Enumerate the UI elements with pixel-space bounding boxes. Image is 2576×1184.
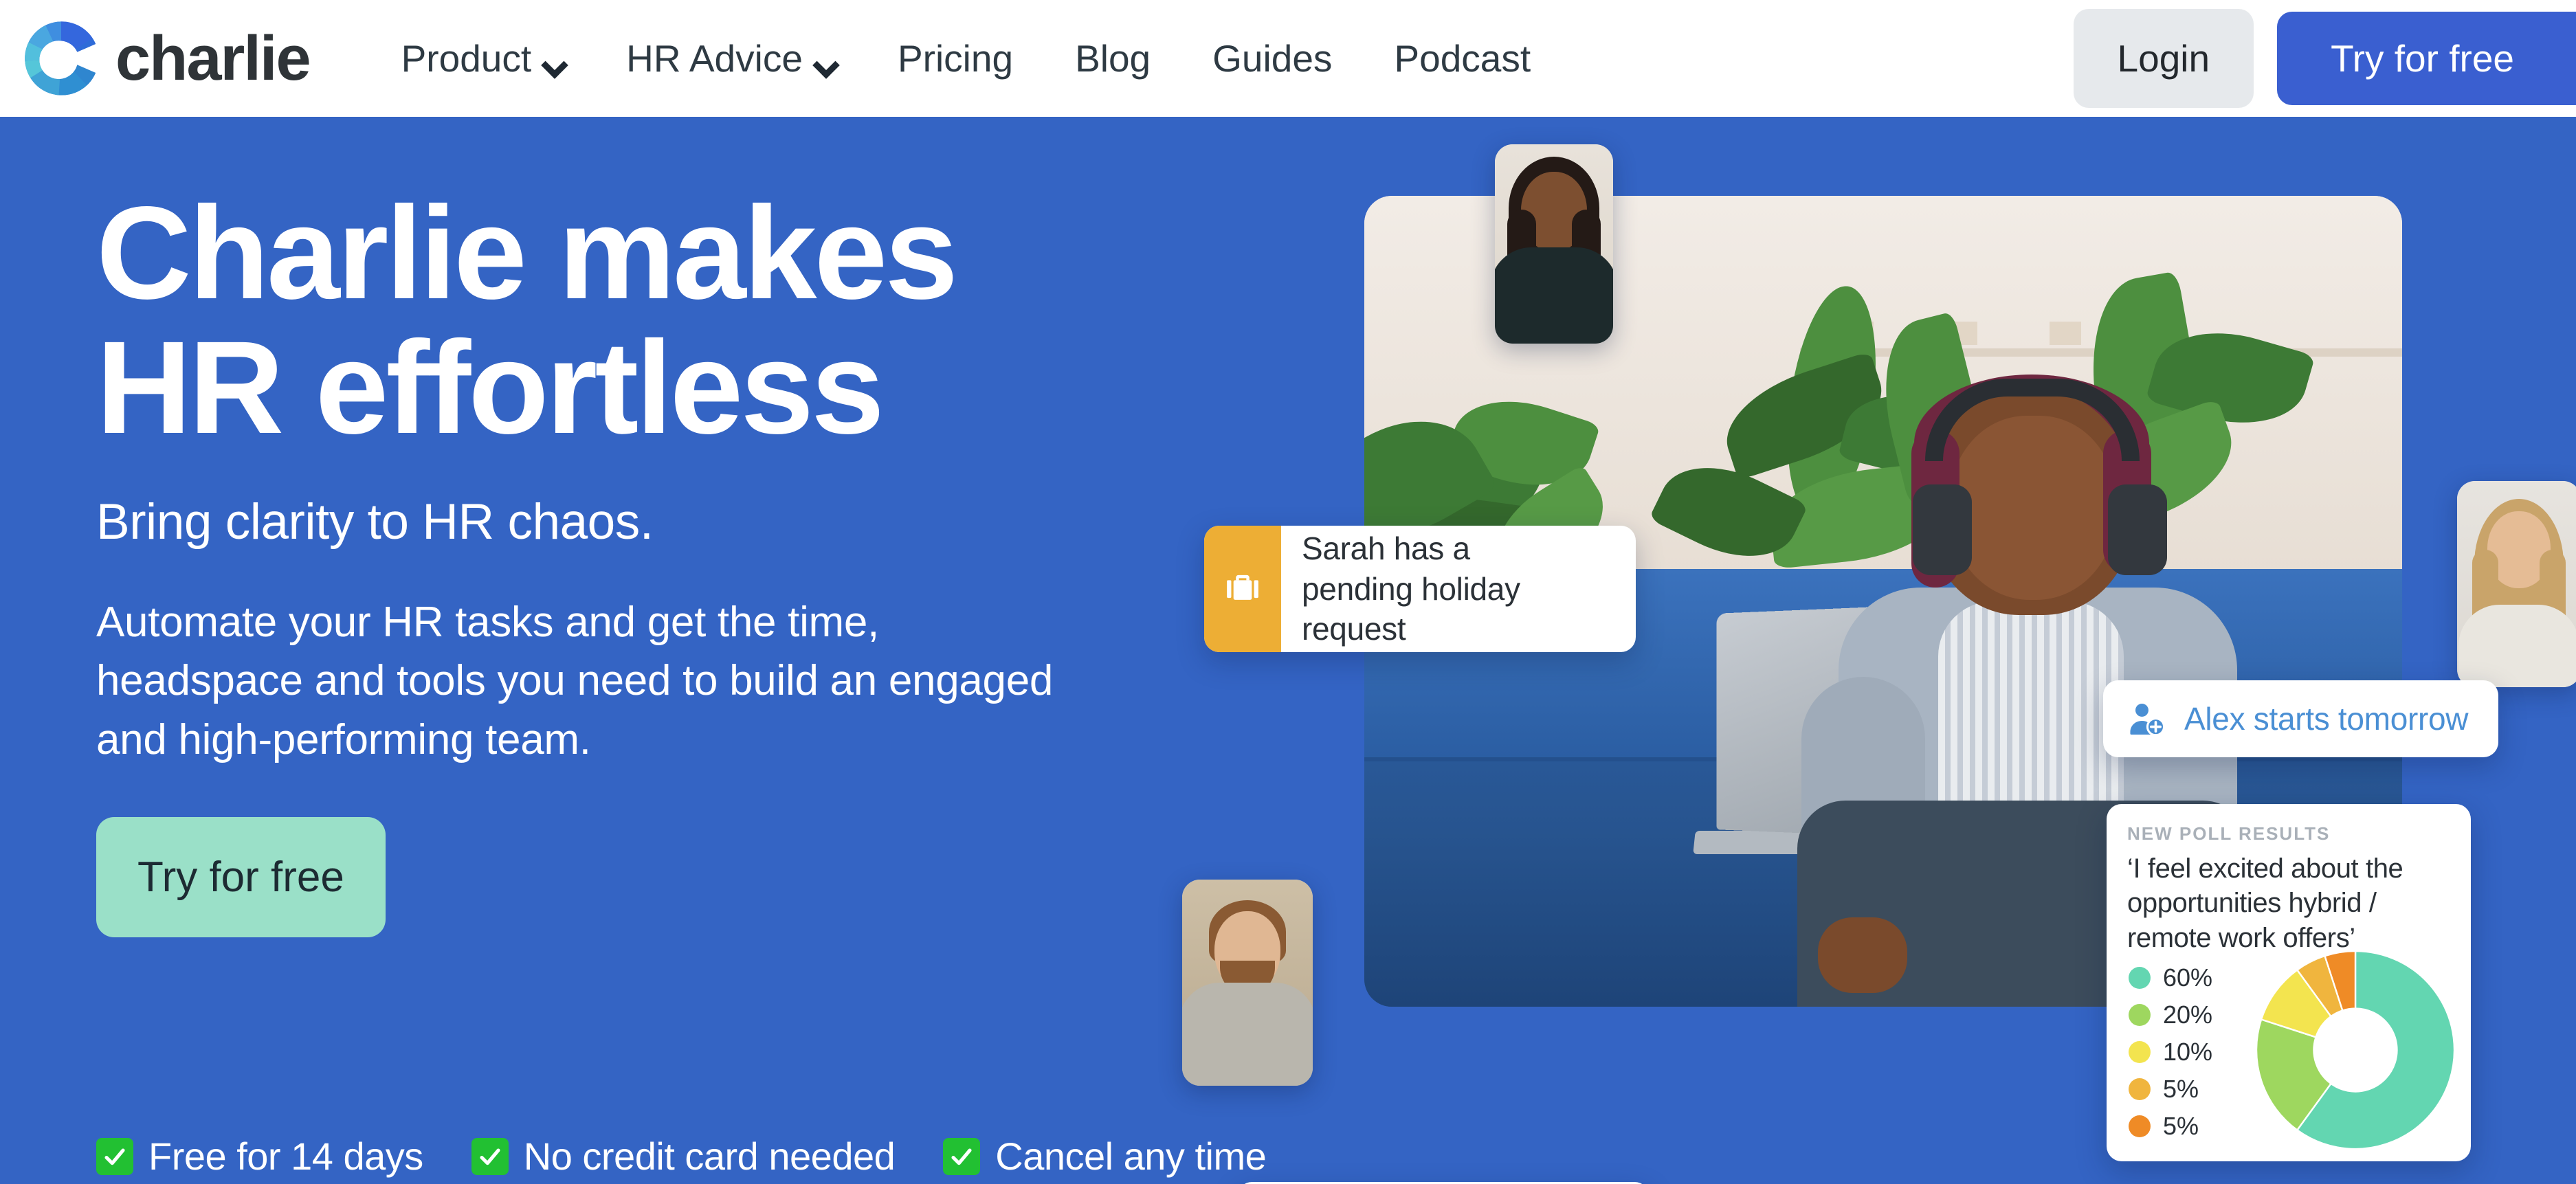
check-box-icon [96, 1137, 133, 1175]
legend-item: 10% [2129, 1038, 2212, 1066]
nav-item-pricing[interactable]: Pricing [867, 36, 1044, 80]
guarantee-label: No credit card needed [523, 1135, 896, 1178]
hero-title-line-2: HR effortless [96, 313, 885, 461]
legend-value: 20% [2163, 1001, 2213, 1029]
nav-item-podcast[interactable]: Podcast [1363, 36, 1562, 80]
legend-color-swatch [2129, 967, 2151, 989]
avatar-tile-chris [1182, 880, 1313, 1086]
nav-try-for-free-button[interactable]: Try for free [2277, 12, 2576, 105]
hero-image-collage: Sarah has a pending holiday request Alex… [1168, 117, 2576, 1184]
guarantee-item: No credit card needed [471, 1134, 896, 1179]
top-navigation-bar: charlie Product HR Advice Pricing Blog G… [0, 0, 2576, 117]
legend-item: 5% [2129, 1112, 2212, 1141]
primary-nav: Product HR Advice Pricing Blog Guides Po… [370, 36, 1562, 80]
brand-name: charlie [115, 23, 311, 93]
legend-color-swatch [2129, 1041, 2151, 1063]
nav-item-product-label: Product [401, 37, 532, 80]
headphone-cup [1913, 484, 1972, 575]
donut-chart-svg [2255, 950, 2456, 1150]
poll-donut-chart [2252, 947, 2458, 1153]
hero-body-text: Automate your HR tasks and get the time,… [96, 598, 1054, 763]
nav-item-hr-advice-label: HR Advice [626, 37, 803, 80]
avatar-torso [1182, 983, 1313, 1086]
chevron-down-icon [815, 56, 836, 68]
brand-logo-link[interactable]: charlie [21, 20, 311, 97]
legend-value: 5% [2163, 1112, 2199, 1140]
notification-card-holiday-request[interactable]: Sarah has a pending holiday request [1204, 526, 1636, 652]
hero-title-line-1: Charlie makes [96, 179, 958, 326]
notification-text-new-starter: Alex starts tomorrow [2184, 701, 2469, 737]
notification-card-new-starter[interactable]: Alex starts tomorrow [2103, 680, 2498, 757]
poll-legend: 60% 20% 10% 5% 5% [2129, 963, 2212, 1149]
legend-item: 60% [2129, 963, 2212, 992]
hero-try-for-free-button[interactable]: Try for free [96, 817, 386, 938]
login-button[interactable]: Login [2073, 9, 2254, 108]
guarantee-list: Free for 14 days No credit card needed C… [96, 1134, 1314, 1179]
person-hand [1818, 917, 1907, 993]
nav-item-blog-label: Blog [1075, 37, 1151, 80]
legend-value: 10% [2163, 1038, 2213, 1066]
avatar-torso [2458, 605, 2576, 687]
check-box-icon [471, 1137, 509, 1175]
nav-item-guides[interactable]: Guides [1181, 36, 1363, 80]
poll-eyebrow-label: NEW POLL RESULTS [2127, 823, 2331, 844]
nav-item-hr-advice[interactable]: HR Advice [595, 36, 867, 80]
guarantee-label: Free for 14 days [148, 1135, 423, 1178]
chevron-down-icon [544, 56, 564, 68]
avatar-tile-colleague [2457, 481, 2576, 687]
suitcase-icon [1204, 526, 1281, 652]
notification-line-2: pending holiday request [1302, 570, 1520, 647]
legend-value: 5% [2163, 1075, 2199, 1103]
nav-item-product[interactable]: Product [370, 36, 596, 80]
charlie-c-logo-icon [25, 21, 96, 96]
notification-line-1: Sarah has a [1302, 530, 1470, 566]
nav-item-pricing-label: Pricing [897, 37, 1014, 80]
notification-text-holiday: Sarah has a pending holiday request [1281, 526, 1636, 652]
person-add-icon [2130, 704, 2166, 737]
legend-color-swatch [2129, 1115, 2151, 1137]
nav-actions: Login Try for free [2073, 0, 2576, 117]
hero-section: Charlie makes HR effortless Bring clarit… [0, 117, 2576, 1184]
check-box-icon [943, 1137, 981, 1175]
avatar-torso [1495, 247, 1613, 344]
legend-item: 5% [2129, 1075, 2212, 1104]
nav-item-podcast-label: Podcast [1394, 37, 1531, 80]
nav-item-guides-label: Guides [1212, 37, 1333, 80]
photo-decor [2049, 322, 2081, 346]
nav-item-blog[interactable]: Blog [1044, 36, 1181, 80]
hero-subtitle: Bring clarity to HR chaos. [96, 493, 654, 550]
hero-copy: Charlie makes HR effortless Bring clarit… [96, 186, 1168, 938]
legend-color-swatch [2129, 1078, 2151, 1100]
poll-question: ‘I feel excited about the opportunities … [2127, 853, 2403, 953]
legend-color-swatch [2129, 1004, 2151, 1026]
poll-results-card[interactable]: NEW POLL RESULTS ‘I feel excited about t… [2107, 804, 2471, 1161]
avatar-tile-sarah [1495, 144, 1613, 344]
guarantee-item: Free for 14 days [96, 1134, 423, 1179]
headphone-cup [2108, 484, 2167, 575]
legend-item: 20% [2129, 1001, 2212, 1029]
legend-value: 60% [2163, 963, 2213, 992]
hero-title: Charlie makes HR effortless [96, 186, 1168, 455]
